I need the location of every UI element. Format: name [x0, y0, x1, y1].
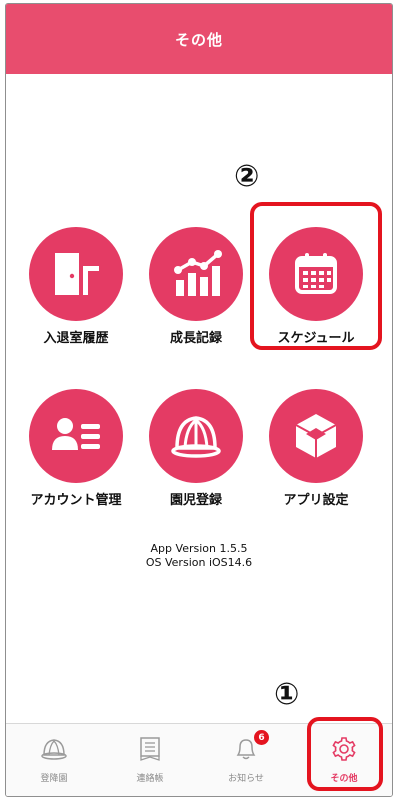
- app-screen: その他 ② 入退室履歴 成長記録 スケジュール アカウント管理 園児登録 アプリ…: [5, 3, 393, 797]
- tab-attendance[interactable]: 登降園: [6, 724, 102, 796]
- tab-label-attendance: 登降園: [40, 774, 68, 784]
- menu-label-account-management: アカウント管理: [30, 493, 122, 508]
- menu-label-growth-record: 成長記録: [169, 331, 222, 346]
- door-icon: [29, 227, 123, 321]
- page-title: その他: [174, 30, 223, 49]
- menu-item-entry-history[interactable]: 入退室履歴: [16, 227, 136, 346]
- notebook-icon: [138, 736, 162, 766]
- account-card-icon: [29, 389, 123, 483]
- tab-contact-book[interactable]: 連絡帳: [102, 724, 198, 796]
- other-tab-highlight-box: [307, 717, 383, 791]
- step-2-marker: ②: [234, 159, 260, 194]
- menu-item-child-registration[interactable]: 園児登録: [136, 389, 256, 508]
- menu-label-entry-history: 入退室履歴: [43, 331, 109, 346]
- tab-label-notifications: お知らせ: [228, 774, 264, 784]
- app-header: その他: [6, 4, 392, 74]
- menu-item-account-management[interactable]: アカウント管理: [16, 389, 136, 508]
- app-version-text: App Version 1.5.5: [150, 542, 248, 555]
- kindergarten-hat-icon: [149, 389, 243, 483]
- tab-notifications[interactable]: 6 お知らせ: [198, 724, 294, 796]
- growth-chart-icon: [149, 227, 243, 321]
- menu-label-app-settings: アプリ設定: [283, 493, 349, 508]
- cube-icon: [269, 389, 363, 483]
- hat-icon: [40, 736, 68, 766]
- schedule-highlight-box: [250, 202, 382, 350]
- menu-item-growth-record[interactable]: 成長記録: [136, 227, 256, 346]
- tab-label-contact-book: 連絡帳: [136, 774, 164, 784]
- menu-label-child-registration: 園児登録: [169, 493, 222, 508]
- os-version-text: OS Version iOS14.6: [145, 556, 253, 569]
- menu-item-app-settings[interactable]: アプリ設定: [256, 389, 376, 508]
- notification-badge: 6: [254, 730, 269, 745]
- step-1-marker: ①: [274, 677, 300, 712]
